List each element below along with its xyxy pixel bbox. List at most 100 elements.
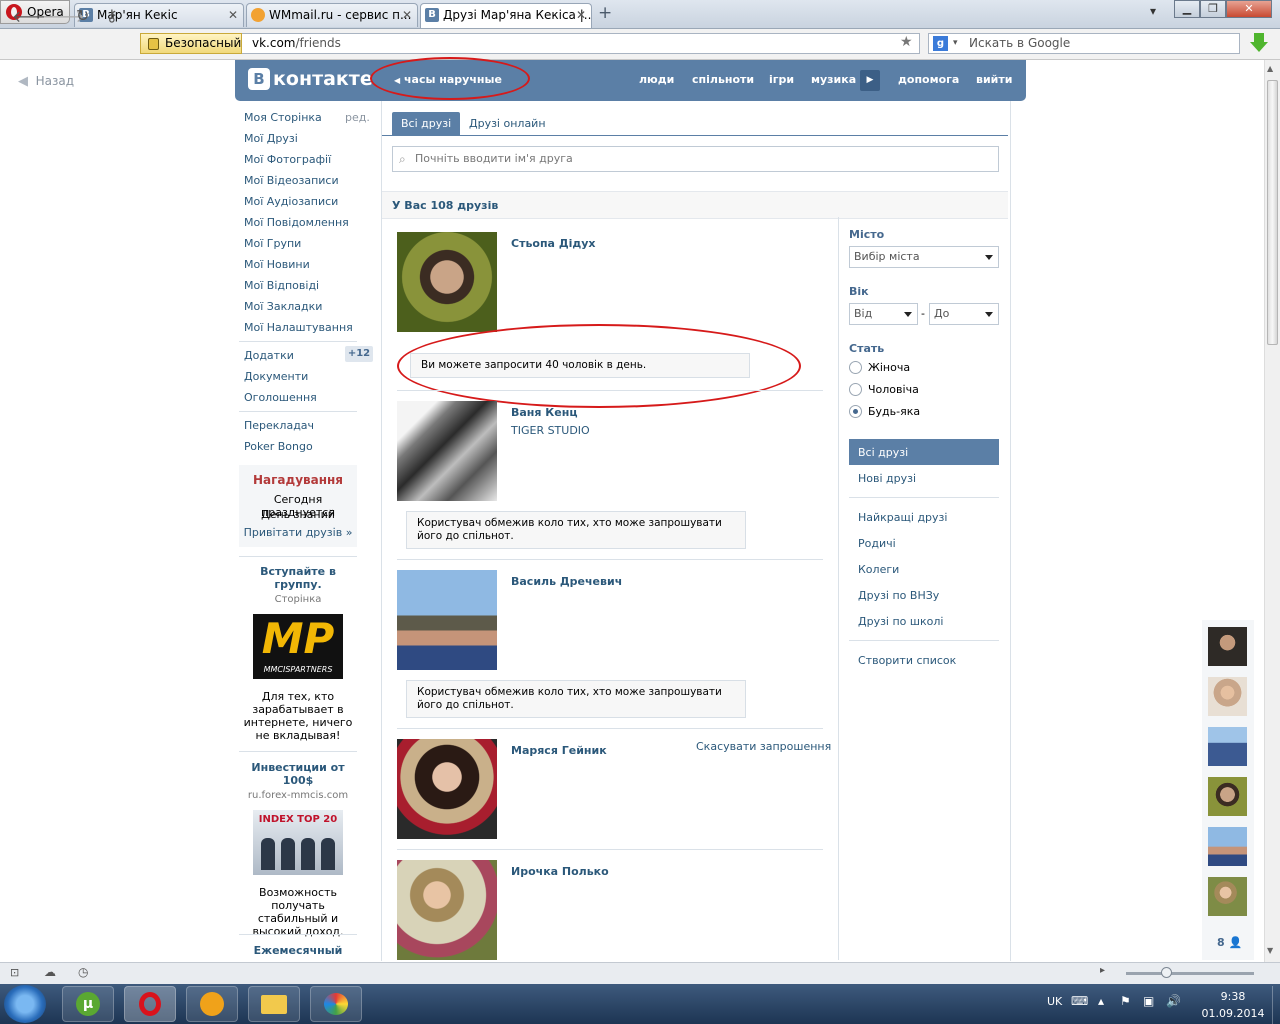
tray-expand-icon[interactable]: ▴ <box>1098 994 1104 1008</box>
list-all-friends-label[interactable]: Всі друзі <box>858 446 908 459</box>
tabs-dropdown-icon[interactable]: ▾ <box>1150 4 1156 18</box>
friend-name[interactable]: Ваня Кенц <box>511 406 578 419</box>
sidebar-item-groups[interactable]: Мої Групи <box>244 237 301 250</box>
ad-1-title[interactable]: Вступайте в группу. <box>239 565 357 591</box>
sidebar-item-translator[interactable]: Перекладач <box>244 419 314 432</box>
back-link[interactable]: ◀ Назад <box>18 74 74 89</box>
google-search-field[interactable]: g ▾ Искать в Google <box>928 33 1240 54</box>
sidebar-item-audio[interactable]: Мої Аудіозаписи <box>244 195 338 208</box>
zoom-slider-track[interactable] <box>1126 972 1254 975</box>
menu-games[interactable]: ігри <box>769 73 794 86</box>
browser-tab-1[interactable]: В Мар'ян Кекіс ✕ <box>74 3 244 27</box>
secure-badge[interactable]: Безопасный <box>140 33 242 54</box>
friend-name[interactable]: Стьопа Дідух <box>511 237 596 250</box>
zoom-icon[interactable]: ▸ <box>1100 965 1105 976</box>
vk-logo[interactable]: Вконтакте <box>248 68 373 90</box>
friend-photo[interactable] <box>397 232 497 332</box>
cancel-invite-link[interactable]: Скасувати запрошення <box>696 740 831 753</box>
online-friend-avatar[interactable] <box>1208 677 1247 716</box>
list-relatives[interactable]: Родичі <box>858 537 896 550</box>
cloud-icon[interactable]: ☁ <box>44 965 56 979</box>
browser-tab-2[interactable]: WMmail.ru - сервис п... ✕ <box>246 3 418 27</box>
list-best-friends[interactable]: Найкращі друзі <box>858 511 947 524</box>
edit-link[interactable]: ред. <box>345 111 370 124</box>
maximize-button[interactable]: ❐ <box>1200 0 1226 18</box>
friend-name[interactable]: Василь Дречевич <box>511 575 622 588</box>
create-list-link[interactable]: Створити список <box>858 654 956 667</box>
windows-start-button[interactable] <box>4 985 46 1023</box>
close-icon[interactable]: ✕ <box>402 4 412 26</box>
sidebar-item-poker-bongo[interactable]: Poker Bongo <box>244 440 313 453</box>
url-text[interactable]: vk.com/friends <box>252 36 341 50</box>
ad-3-title[interactable]: Ежемесячный <box>239 944 357 957</box>
online-friend-avatar[interactable] <box>1208 627 1247 666</box>
online-friend-avatar[interactable] <box>1208 777 1247 816</box>
clock-time[interactable]: 9:38 <box>1200 990 1266 1003</box>
scroll-up-icon[interactable]: ▲ <box>1267 64 1273 73</box>
volume-icon[interactable]: 🔊 <box>1166 994 1181 1008</box>
taskbar-opera[interactable] <box>124 986 176 1022</box>
taskbar-utorrent[interactable]: µ <box>62 986 114 1022</box>
show-desktop-button[interactable] <box>1272 986 1280 1024</box>
download-icon[interactable] <box>1250 33 1268 53</box>
music-play-icon[interactable]: ▶ <box>860 70 880 91</box>
sidebar-item-videos[interactable]: Мої Відеозаписи <box>244 174 339 187</box>
close-window-button[interactable]: ✕ <box>1226 0 1272 18</box>
ad-2-title[interactable]: Инвестиции от 100$ <box>239 761 357 787</box>
sidebar-item-answers[interactable]: Мої Відповіді <box>244 279 319 292</box>
online-count[interactable]: 8 👤 <box>1217 936 1242 949</box>
close-icon[interactable]: ✕ <box>576 4 586 26</box>
language-indicator[interactable]: UK <box>1047 995 1062 1008</box>
zoom-slider-handle[interactable] <box>1161 967 1172 978</box>
friend-name[interactable]: Ирочка Полько <box>511 865 609 878</box>
sidebar-item-friends[interactable]: Мої Друзі <box>244 132 298 145</box>
list-new-friends[interactable]: Нові друзі <box>858 472 916 485</box>
sidebar-item-photos[interactable]: Мої Фотографії <box>244 153 331 166</box>
sex-label-any[interactable]: Будь-яка <box>868 405 920 418</box>
sidebar-item-ads[interactable]: Оголошення <box>244 391 317 404</box>
city-select[interactable]: Вибір міста <box>849 246 999 268</box>
online-friend-avatar[interactable] <box>1208 727 1247 766</box>
bookmark-star-icon[interactable]: ★ <box>900 34 913 50</box>
online-friend-avatar[interactable] <box>1208 827 1247 866</box>
reload-icon[interactable]: ↻ <box>76 6 89 25</box>
apps-badge[interactable]: +12 <box>345 346 373 362</box>
scroll-down-icon[interactable]: ▼ <box>1267 946 1273 955</box>
menu-music[interactable]: музика <box>811 73 856 86</box>
ad-2-image[interactable]: INDEX TOP 20 <box>253 810 343 875</box>
friend-search-input[interactable]: ⌕ Почніть вводити ім'я друга <box>392 146 999 172</box>
friend-photo[interactable] <box>397 401 497 501</box>
browser-tab-3-active[interactable]: В Друзі Мар'яна Кекіса |... ✕ <box>420 3 592 28</box>
scroll-thumb[interactable] <box>1267 80 1278 345</box>
close-icon[interactable]: ✕ <box>228 4 238 26</box>
sidebar-item-news[interactable]: Мої Новини <box>244 258 310 271</box>
friend-photo[interactable] <box>397 739 497 839</box>
ad-1-image[interactable]: MP MMCISPARTNERS <box>253 614 343 679</box>
taskbar-aimp[interactable] <box>186 986 238 1022</box>
reminder-greet-link[interactable]: Привітати друзів » <box>239 526 357 539</box>
sidebar-item-documents[interactable]: Документи <box>244 370 308 383</box>
friend-photo[interactable] <box>397 860 497 960</box>
keyboard-icon[interactable]: ⌨ <box>1071 994 1088 1008</box>
friend-photo[interactable] <box>397 570 497 670</box>
sidebar-item-settings[interactable]: Мої Налаштування <box>244 321 353 334</box>
new-tab-button[interactable]: + <box>598 3 612 23</box>
menu-logout[interactable]: вийти <box>976 73 1012 86</box>
taskbar-paint[interactable] <box>310 986 362 1022</box>
key-icon[interactable]: ⚷ <box>106 6 118 25</box>
page-scrollbar[interactable]: ▲ ▼ <box>1264 60 1280 962</box>
sidebar-item-apps[interactable]: Додатки <box>244 349 294 362</box>
online-friend-avatar[interactable] <box>1208 877 1247 916</box>
list-university-friends[interactable]: Друзі по ВНЗу <box>858 589 939 602</box>
list-school-friends[interactable]: Друзі по школі <box>858 615 943 628</box>
network-icon[interactable]: ▣ <box>1143 994 1154 1008</box>
menu-help[interactable]: допомога <box>898 73 959 86</box>
friend-subtitle[interactable]: TIGER STUDIO <box>511 424 590 437</box>
age-from-select[interactable]: Від <box>849 303 918 325</box>
sex-label-male[interactable]: Чоловіча <box>868 383 919 396</box>
list-colleagues[interactable]: Колеги <box>858 563 899 576</box>
sex-radio-male[interactable] <box>849 383 862 396</box>
taskbar-explorer[interactable] <box>248 986 300 1022</box>
action-center-flag-icon[interactable]: ⚑ <box>1120 994 1131 1008</box>
search-engine-dropdown-icon[interactable]: ▾ <box>953 34 958 53</box>
